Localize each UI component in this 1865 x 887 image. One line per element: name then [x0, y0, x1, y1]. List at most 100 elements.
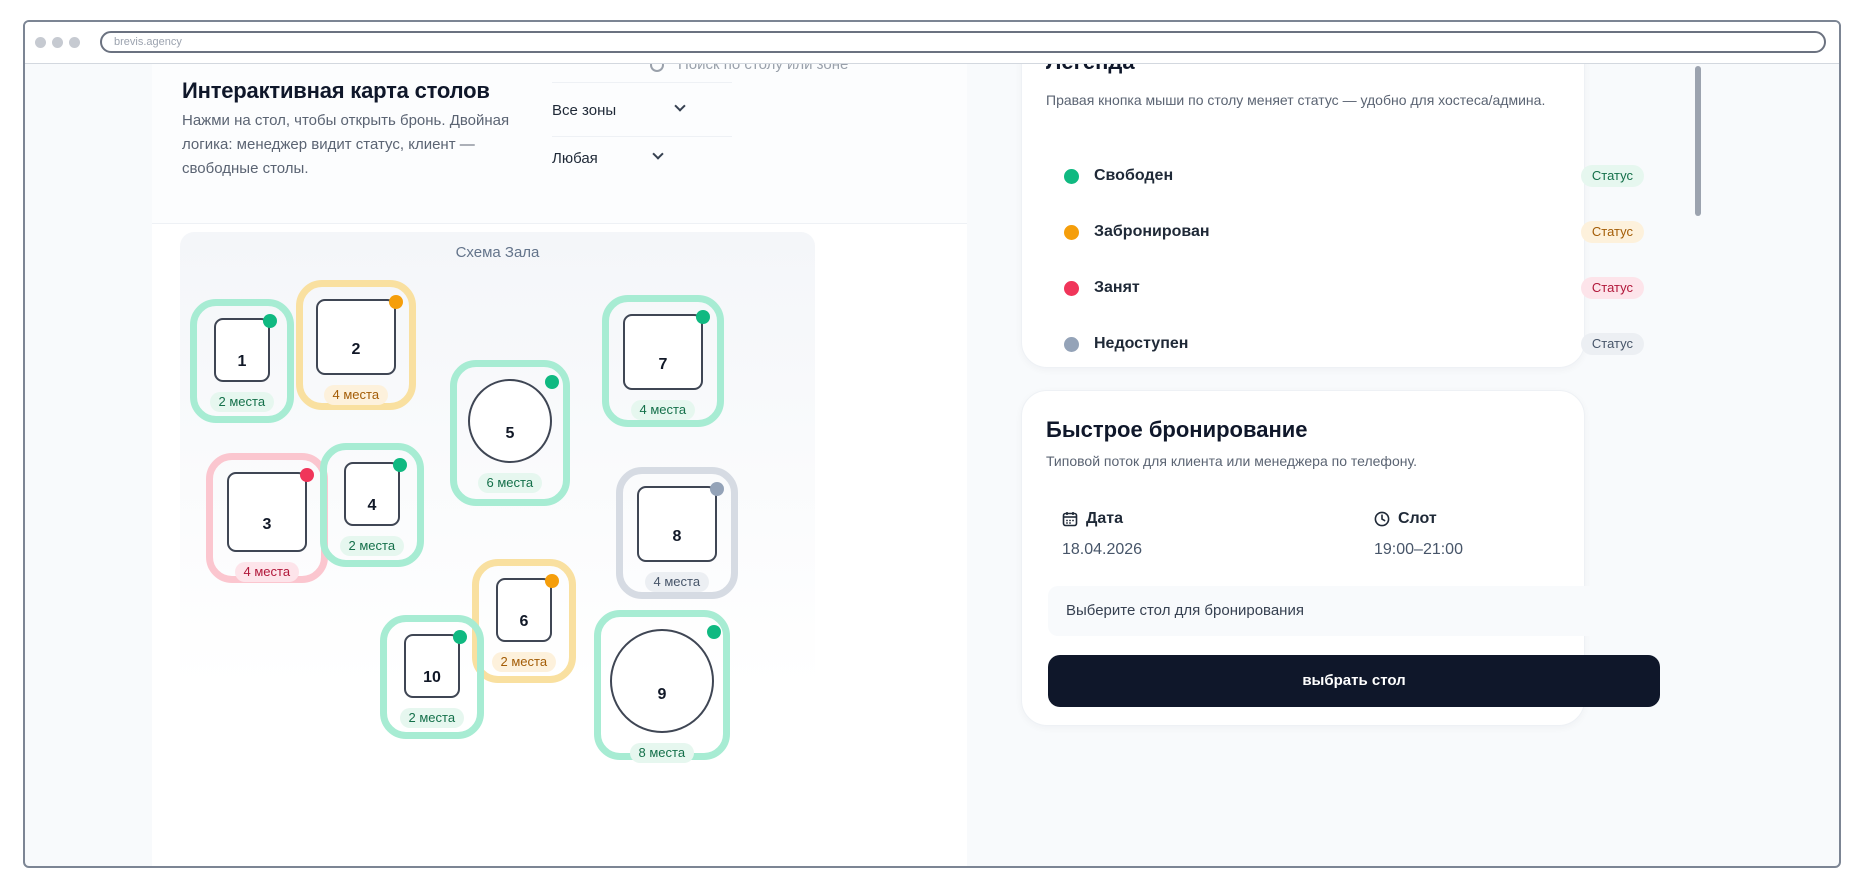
legend-item: Занят Статус — [1064, 273, 1644, 303]
legend-item-name: Недоступен — [1094, 335, 1189, 352]
select-table-button[interactable]: выбрать стол — [1048, 655, 1660, 707]
table-shape — [623, 314, 703, 390]
seats-badge: 4 места — [323, 385, 389, 405]
seats-badge: 2 места — [399, 708, 465, 728]
table-4[interactable]: 4 2 места — [320, 443, 424, 567]
table-number: 1 — [237, 353, 247, 371]
window-close-dot[interactable] — [35, 37, 46, 48]
table-shape — [316, 299, 396, 375]
window-maximize-dot[interactable] — [69, 37, 80, 48]
address-text: brevis.agency — [114, 36, 182, 48]
table-number: 8 — [672, 527, 682, 545]
table-6[interactable]: 6 2 места — [472, 559, 576, 683]
table-number: 10 — [423, 669, 441, 687]
table-5[interactable]: 5 6 места — [450, 360, 570, 506]
slot-label: Слот — [1398, 510, 1437, 527]
seats-badge: 2 места — [491, 652, 557, 672]
selected-table-hint: Выберите стол для бронирования — [1048, 586, 1660, 636]
browser-window: brevis.agency Интерактивная карта столов… — [23, 20, 1841, 868]
hall-title: Схема Зала — [455, 244, 540, 261]
seats-badge: 4 места — [644, 572, 710, 592]
table-2[interactable]: 2 4 места — [296, 280, 416, 410]
status-dot — [389, 295, 403, 309]
zone-select[interactable]: Все зоны — [552, 88, 712, 134]
side-panel: Легенда Правая кнопка мыши по столу меня… — [967, 64, 1707, 866]
status-dot — [1064, 281, 1079, 296]
table-shape — [404, 634, 460, 698]
quick-booking-card: Быстрое бронирование Типовой поток для к… — [1021, 390, 1660, 726]
status-dot — [263, 314, 277, 328]
table-1[interactable]: 1 2 места — [190, 299, 294, 423]
status-dot — [453, 630, 467, 644]
chevron-down-icon — [652, 148, 664, 160]
table-number: 5 — [505, 425, 515, 443]
zone-select-value: Все зоны — [552, 102, 617, 119]
page-viewport: Интерактивная карта столов Нажми на стол… — [25, 64, 1839, 866]
date-label: Дата — [1086, 510, 1124, 527]
table-number: 2 — [351, 340, 361, 358]
scrollbar[interactable] — [1695, 66, 1701, 216]
table-shape — [227, 472, 307, 552]
slot-value[interactable]: 19:00–21:00 — [1374, 541, 1463, 559]
date-value[interactable]: 18.04.2026 — [1062, 541, 1142, 559]
table-shape — [496, 578, 552, 642]
table-shape — [610, 629, 714, 733]
status-badge: Статус — [1580, 277, 1644, 299]
legend-item: Свободен Статус — [1064, 161, 1644, 191]
status-dot — [696, 310, 710, 324]
legend-item: Недоступен Статус — [1064, 329, 1644, 359]
map-panel-header: Интерактивная карта столов Нажми на стол… — [152, 64, 967, 224]
table-8[interactable]: 8 4 места — [616, 467, 738, 599]
seats-badge: 6 места — [477, 473, 543, 493]
table-shape — [637, 486, 717, 562]
table-shape — [468, 379, 552, 463]
status-badge: Статус — [1580, 165, 1644, 187]
seats-badge: 2 места — [209, 392, 275, 412]
table-number: 7 — [658, 355, 668, 373]
table-10[interactable]: 10 2 места — [380, 615, 484, 739]
status-dot — [1064, 225, 1079, 240]
legend-item: Забронирован Статус — [1064, 217, 1644, 247]
window-minimize-dot[interactable] — [52, 37, 63, 48]
chevron-down-icon — [674, 100, 686, 112]
table-3[interactable]: 3 4 места — [206, 453, 328, 583]
calendar-icon — [1062, 512, 1078, 527]
clock-icon — [1374, 511, 1390, 527]
table-number: 3 — [262, 516, 272, 533]
legend-item-name: Занят — [1094, 279, 1140, 296]
legend-item-name: Свободен — [1094, 167, 1174, 184]
quick-booking-subtitle: Типовой поток для клиента или менеджера … — [1046, 453, 1417, 469]
legend-card: Легенда Правая кнопка мыши по столу меня… — [1021, 64, 1644, 368]
hall-map: Схема Зала 1 2 места 2 4 места 3 4 места 4 2 ме… — [180, 232, 815, 866]
page-subtitle: Нажми на стол, чтобы открыть бронь. Двой… — [182, 112, 510, 177]
capacity-select-value: Любая — [552, 150, 598, 167]
seats-badge: 4 места — [630, 400, 696, 420]
quick-booking-title: Быстрое бронирование — [1046, 417, 1308, 442]
map-panel: Интерактивная карта столов Нажми на стол… — [152, 64, 967, 866]
divider — [552, 82, 732, 83]
seats-badge: 2 места — [339, 536, 405, 556]
search-input[interactable]: Поиск по столу или зоне — [678, 64, 848, 73]
table-number: 6 — [519, 613, 529, 631]
address-bar[interactable]: brevis.agency — [100, 31, 1826, 53]
status-dot — [710, 482, 724, 496]
table-7[interactable]: 7 4 места — [602, 295, 724, 427]
seats-badge: 8 места — [629, 743, 695, 763]
status-dot — [1064, 337, 1079, 352]
table-9[interactable]: 9 8 места — [594, 610, 730, 763]
legend-title: Легенда — [1046, 64, 1135, 75]
status-dot — [300, 468, 314, 482]
table-number: 9 — [657, 686, 667, 704]
status-dot — [1064, 169, 1079, 184]
page-title: Интерактивная карта столов — [182, 78, 490, 103]
table-shape — [344, 462, 400, 526]
status-dot — [393, 458, 407, 472]
table-shape — [214, 318, 270, 382]
legend-item-name: Забронирован — [1094, 223, 1210, 240]
capacity-select[interactable]: Любая — [552, 136, 712, 182]
browser-chrome: brevis.agency — [25, 22, 1839, 64]
search-icon — [650, 64, 664, 72]
legend-subtitle: Правая кнопка мыши по столу меняет стату… — [1046, 92, 1546, 108]
status-dot — [545, 574, 559, 588]
seats-badge: 4 места — [234, 562, 300, 582]
